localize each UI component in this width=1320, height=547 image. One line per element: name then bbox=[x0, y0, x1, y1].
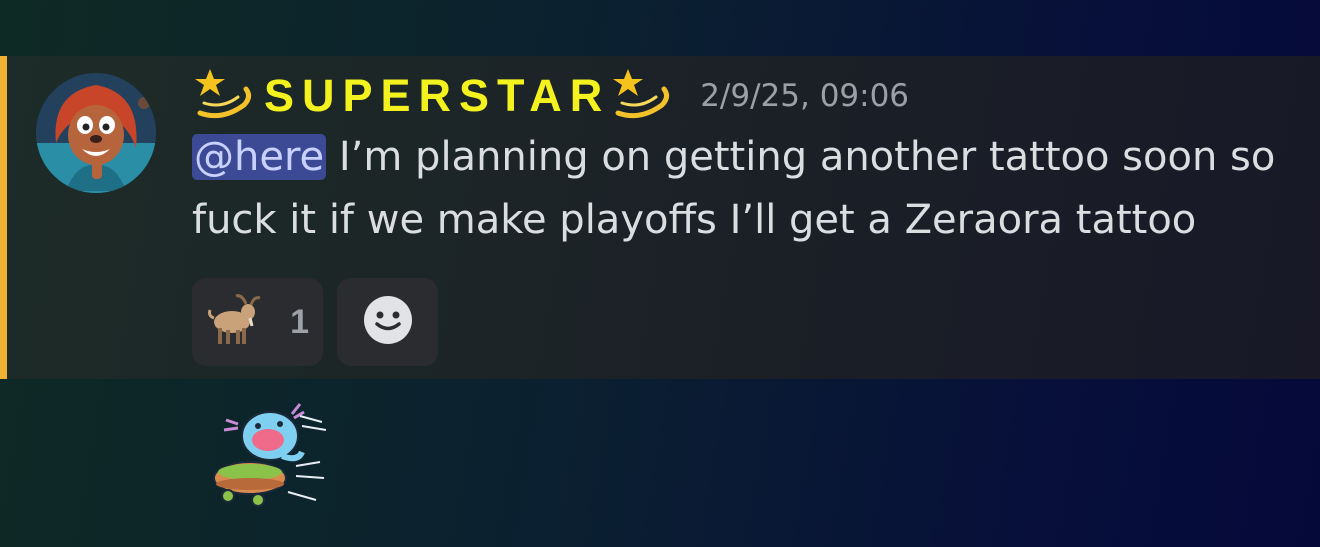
message-content: @here I’m planning on getting another ta… bbox=[192, 126, 1302, 252]
username[interactable]: SUPERSTAR bbox=[264, 70, 610, 122]
smiley-icon bbox=[363, 295, 413, 349]
dizzy-star-icon bbox=[192, 63, 258, 129]
here-mention[interactable]: @here bbox=[192, 134, 327, 180]
chat-message[interactable]: SUPERSTAR 2/9/25, 09:06 @here I’m planni… bbox=[0, 56, 1320, 379]
add-reaction-button[interactable] bbox=[337, 278, 438, 366]
reaction-goat[interactable]: 1 bbox=[192, 278, 323, 366]
message-header: SUPERSTAR 2/9/25, 09:06 bbox=[192, 60, 909, 132]
mention-highlight-bar bbox=[0, 56, 7, 379]
avatar[interactable] bbox=[36, 73, 156, 193]
timestamp: 2/9/25, 09:06 bbox=[700, 78, 910, 114]
dizzy-star-icon bbox=[610, 63, 676, 129]
goat-icon bbox=[204, 290, 264, 354]
reactions-row: 1 bbox=[192, 278, 438, 366]
wooper-sticker[interactable] bbox=[208, 396, 332, 520]
reaction-count: 1 bbox=[290, 302, 309, 341]
message-text: I’m planning on getting another tattoo s… bbox=[192, 134, 1276, 243]
